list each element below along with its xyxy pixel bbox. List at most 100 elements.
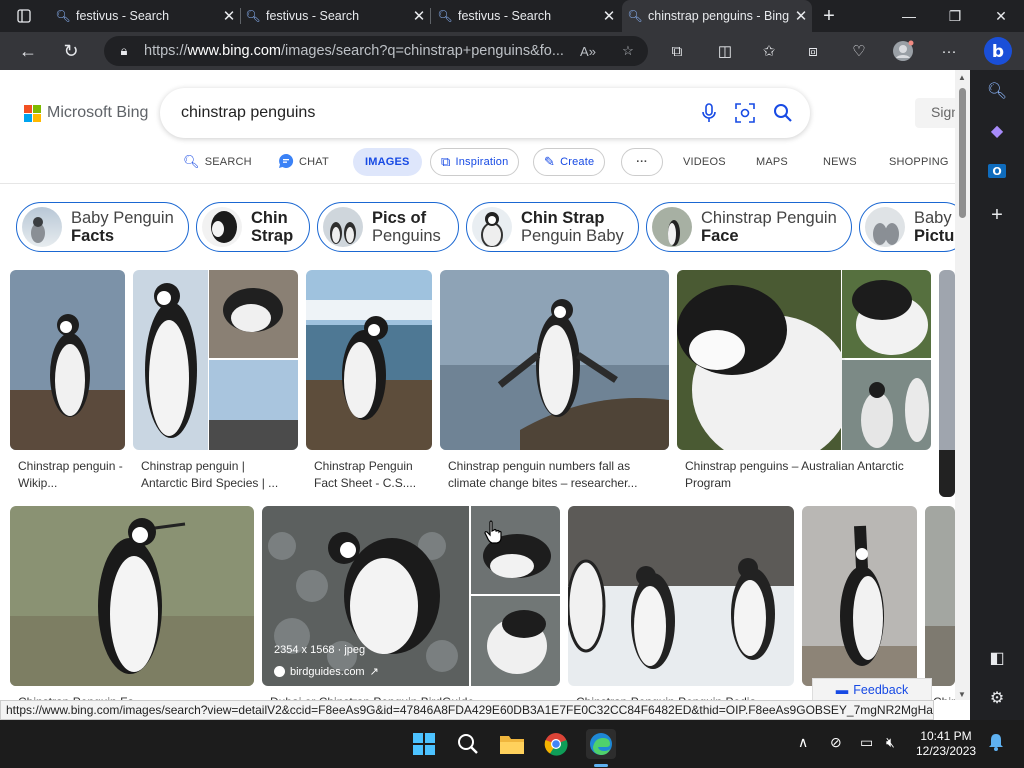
result-image[interactable] [939,270,955,497]
result-image-hovered[interactable] [262,506,560,686]
scroll-up-icon[interactable]: ▲ [958,73,966,82]
copilot-icon[interactable]: b [983,36,1013,66]
scope-videos[interactable]: VIDEOS [683,148,726,176]
result-caption[interactable]: Chinstrap Penguin Fact Sheet - C.S.... [314,458,424,492]
related-chip[interactable]: Pics of Penguins [317,202,459,252]
result-caption[interactable]: Chinstrap penguin numbers fall as climat… [448,458,663,492]
scope-search[interactable]: 🔍︎ SEARCH [183,148,252,176]
result-caption[interactable]: Chinstrap penguins – Australian Antarcti… [685,458,925,492]
result-caption[interactable]: Chinstrap penguin - Wikip... [18,458,126,492]
new-tab-button[interactable]: + [814,0,844,32]
result-image[interactable] [10,506,254,686]
close-icon[interactable]: ✕ [790,7,812,25]
split-screen-icon[interactable]: ◫ [712,38,738,64]
result-caption[interactable]: Chin... [933,694,955,700]
add-sidebar-app-icon[interactable]: + [984,202,1010,228]
show-hidden-icons-icon[interactable]: ∧ [798,734,808,751]
chip-line1: Baby [914,209,952,227]
close-icon[interactable]: ✕ [598,7,620,25]
close-window-icon[interactable]: ✕ [978,0,1024,32]
favorite-star-icon[interactable]: ☆ [608,43,648,59]
page-scrollbar[interactable]: ▲ ▼ [955,70,970,700]
chrome-icon[interactable] [542,730,570,758]
scope-shopping[interactable]: SHOPPING [889,148,949,176]
scope-more-button[interactable]: ··· [621,148,663,176]
network-off-icon[interactable]: ⊘ [830,734,842,751]
result-image[interactable] [306,270,432,450]
favorites-icon[interactable]: ✩ [756,38,782,64]
result-caption[interactable]: Chinstrap penguin | Antarctic Bird Speci… [141,458,291,492]
back-icon[interactable]: ← [15,38,41,64]
image-source[interactable]: birdguides.com ↗ [274,665,379,678]
related-chip[interactable]: Chin Strap Penguin Baby [466,202,639,252]
windows-start-icon[interactable] [410,730,438,758]
edge-icon[interactable] [586,729,616,759]
result-image[interactable] [10,270,125,450]
address-bar[interactable]: 🔒︎ https://www.bing.com/images/search?q=… [104,36,648,66]
scope-images[interactable]: IMAGES [353,148,422,176]
tab-chinstrap-penguins[interactable]: 🔍︎ chinstrap penguins - Bing ✕ [622,0,812,32]
feedback-label: Feedback [853,683,909,697]
restore-icon[interactable]: ❐ [932,0,978,32]
bing-logo[interactable]: Microsoft Bing [24,104,148,122]
related-chip[interactable]: Baby Penguin Facts [16,202,189,252]
scope-inspiration[interactable]: ⧉ Inspiration [430,148,520,176]
feedback-button[interactable]: ▬ Feedback [812,678,932,700]
scope-chat[interactable]: CHAT [278,148,329,176]
edge-sidebar: 🔍︎ ◆ O + ◧ ⚙ [970,70,1024,720]
read-aloud-icon[interactable]: A» [568,44,608,59]
refresh-icon[interactable]: ↻ [58,38,84,64]
outlook-icon[interactable]: O [984,158,1010,184]
minimize-icon[interactable]: — [886,0,932,32]
result-image[interactable] [133,270,298,450]
tab-label: chinstrap penguins - Bing [648,9,790,23]
copilot-sidebar-icon[interactable]: ◆ [984,118,1010,144]
inspiration-icon: ⧉ [441,154,451,169]
related-chip[interactable]: BabyPicture [859,202,955,252]
scroll-down-icon[interactable]: ▼ [958,690,966,699]
result-image[interactable] [925,506,955,686]
visual-search-icon[interactable] [733,101,757,125]
result-image[interactable] [677,270,931,450]
result-image[interactable] [568,506,794,686]
microphone-icon[interactable] [697,101,721,125]
search-box[interactable]: chinstrap penguins [160,88,810,138]
browser-essentials-icon[interactable]: ♡ [846,38,872,64]
search-icon[interactable]: 🔍︎ [984,78,1010,104]
sidebar-settings-icon[interactable]: ⚙ [984,685,1010,711]
collections-icon[interactable]: ⧈ [800,38,826,64]
chat-icon [278,153,294,172]
display-icon[interactable]: ▭ [860,734,873,751]
extensions-icon[interactable]: ⧉ [664,38,690,64]
related-chip[interactable]: Chinstrap Penguin Face [646,202,852,252]
scrollbar-thumb[interactable] [959,88,966,218]
notification-bell-icon[interactable] [988,733,1004,754]
profile-avatar[interactable] [890,38,916,64]
external-link-icon: ↗ [369,666,379,678]
more-menu-icon[interactable]: ··· [936,38,962,64]
result-image[interactable] [802,506,917,686]
tab-festivus-2[interactable]: 🔍︎ festivus - Search ✕ [240,0,430,32]
lock-icon[interactable]: 🔒︎ [104,43,144,59]
close-icon[interactable]: ✕ [218,7,240,25]
tab-festivus-3[interactable]: 🔍︎ festivus - Search ✕ [432,0,620,32]
taskbar-clock[interactable]: 10:41 PM 12/23/2023 [916,729,976,759]
hand-cursor-icon [484,520,502,544]
tab-festivus-1[interactable]: 🔍︎ festivus - Search ✕ [50,0,240,32]
result-image[interactable] [440,270,669,450]
search-input[interactable]: chinstrap penguins [181,104,315,122]
search-icon[interactable] [454,730,482,758]
scope-news[interactable]: NEWS [823,148,857,176]
volume-muted-icon[interactable]: 🔇︎ [886,734,895,751]
sign-in-button[interactable]: Sign in [915,98,955,128]
scope-create[interactable]: ✎ Create [533,148,606,176]
hide-sidebar-icon[interactable]: ◧ [984,645,1010,671]
scope-maps[interactable]: MAPS [756,148,788,176]
search-submit-icon[interactable] [771,101,795,125]
page-content: Microsoft Bing chinstrap penguins Sign i… [0,70,955,700]
file-explorer-icon[interactable] [498,730,526,758]
close-icon[interactable]: ✕ [408,7,430,25]
browser-tab-bar: 🔍︎ festivus - Search ✕ 🔍︎ festivus - Sea… [0,0,1024,32]
related-chip[interactable]: Chin Strap [196,202,310,252]
tab-actions-icon[interactable] [8,0,40,32]
